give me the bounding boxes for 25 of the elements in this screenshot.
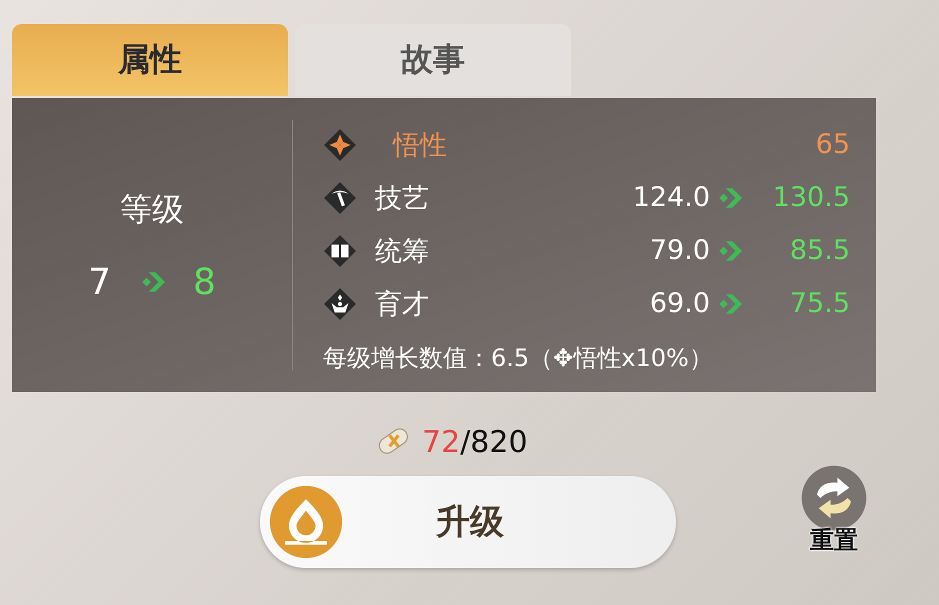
tab[interactable]: 故事 [295, 24, 571, 96]
stat-next: 85.5 [788, 235, 850, 266]
tab[interactable]: 属性 [12, 24, 288, 96]
stat-name: 悟性 [391, 128, 448, 162]
upgrade-button[interactable]: 升级 [260, 476, 676, 568]
stat-current: 124.0 [632, 182, 710, 213]
flower-icon [323, 128, 357, 162]
reset-button[interactable]: 重置 [800, 464, 868, 556]
emblem-icon [268, 484, 344, 560]
pickaxe-icon [323, 180, 357, 214]
cost-total: /820 [460, 424, 528, 460]
growth-note: 每级增长数值：6.5（✥悟性x10%） [323, 343, 714, 374]
stat-name: 技艺 [375, 182, 430, 216]
person-icon [323, 286, 357, 320]
level-current: 7 [88, 262, 111, 302]
cost-current: 72 [422, 424, 460, 460]
stat-current: 69.0 [650, 288, 710, 319]
stat-name: 统筹 [375, 234, 430, 268]
stat-value: 65 [816, 129, 850, 160]
level-label: 等级 [120, 188, 184, 230]
stat-current: 79.0 [650, 235, 710, 266]
level-next: 8 [193, 262, 216, 302]
stat-next: 75.5 [788, 288, 850, 319]
stat-next: 130.5 [772, 182, 850, 213]
stat-name: 育才 [375, 288, 430, 322]
